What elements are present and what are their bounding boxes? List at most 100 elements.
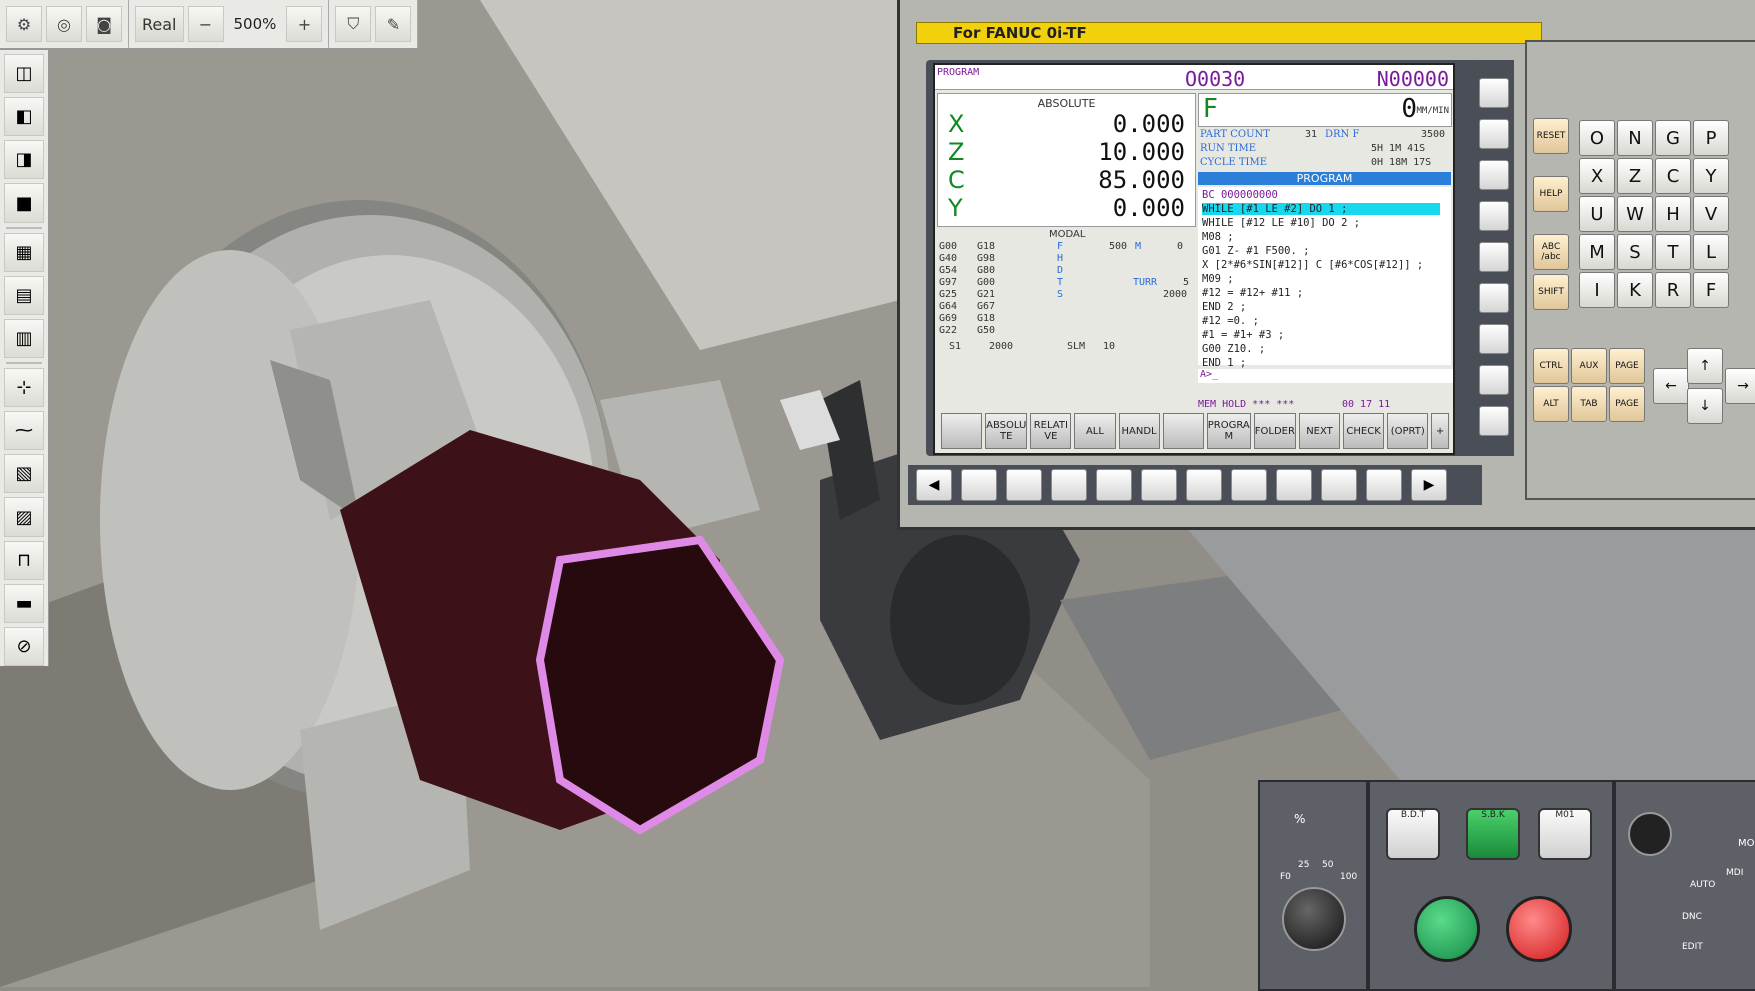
page-up-key[interactable]: PAGE — [1609, 348, 1645, 384]
softkey-hw-button[interactable] — [1321, 469, 1357, 501]
softkey-program[interactable]: PROGRA M — [1206, 413, 1251, 449]
key-l[interactable]: L — [1693, 234, 1729, 270]
softkey-prev-arrow-icon[interactable]: ◀ — [916, 469, 952, 501]
key-h[interactable]: H — [1655, 196, 1691, 232]
key-w[interactable]: W — [1617, 196, 1653, 232]
softkey-left-return[interactable] — [941, 413, 983, 449]
machine-setup-icon[interactable]: ⚙ — [6, 6, 42, 42]
softkey-more[interactable]: + — [1431, 413, 1449, 449]
softkey-hw-button[interactable] — [1006, 469, 1042, 501]
modal-t-value: 5 — [1183, 277, 1190, 288]
side-key[interactable] — [1479, 78, 1509, 108]
view-side-icon[interactable]: ◨ — [4, 140, 44, 180]
key-switch-knob[interactable] — [1628, 812, 1672, 856]
speed-plus-button[interactable]: + — [286, 6, 323, 42]
softkey-hw-button[interactable] — [1186, 469, 1222, 501]
block-delete-button[interactable]: B.D.T — [1386, 808, 1440, 860]
workpiece-icon[interactable]: ▬ — [4, 583, 44, 623]
feed-override-knob[interactable] — [1282, 887, 1346, 951]
arrow-right-icon[interactable]: → — [1725, 368, 1755, 404]
shift-key[interactable]: SHIFT — [1533, 274, 1569, 310]
softkey-hw-button[interactable] — [961, 469, 997, 501]
tool-icon[interactable]: ▤ — [4, 275, 44, 315]
key-k[interactable]: K — [1617, 272, 1653, 308]
section-view-icon[interactable]: ▨ — [4, 497, 44, 537]
key-i[interactable]: I — [1579, 272, 1615, 308]
view-iso-icon[interactable]: ■ — [4, 183, 44, 223]
coordinate-axes-icon[interactable]: ⊹ — [4, 368, 44, 408]
side-key[interactable] — [1479, 201, 1509, 231]
speed-minus-button[interactable]: − — [187, 6, 224, 42]
no-collision-icon[interactable]: ⊘ — [4, 626, 44, 667]
softkey-absolute[interactable]: ABSOLU TE — [985, 413, 1028, 449]
side-key[interactable] — [1479, 365, 1509, 395]
softkey-check[interactable]: CHECK — [1343, 413, 1385, 449]
alt-key[interactable]: ALT — [1533, 386, 1569, 422]
arrow-up-icon[interactable]: ↑ — [1687, 348, 1723, 384]
toolpath-icon[interactable]: ⁓ — [4, 411, 44, 451]
key-t[interactable]: T — [1655, 234, 1691, 270]
key-f[interactable]: F — [1693, 272, 1729, 308]
key-x[interactable]: X — [1579, 158, 1615, 194]
side-key[interactable] — [1479, 242, 1509, 272]
view-front-icon[interactable]: ◧ — [4, 97, 44, 137]
key-p[interactable]: P — [1693, 120, 1729, 156]
softkey-hw-button[interactable] — [1096, 469, 1132, 501]
side-key[interactable] — [1479, 119, 1509, 149]
softkey-next-arrow-icon[interactable]: ▶ — [1411, 469, 1447, 501]
key-y[interactable]: Y — [1693, 158, 1729, 194]
key-o[interactable]: O — [1579, 120, 1615, 156]
side-key[interactable] — [1479, 406, 1509, 436]
key-m[interactable]: M — [1579, 234, 1615, 270]
softkey-hw-button[interactable] — [1276, 469, 1312, 501]
door-toggle-icon[interactable]: ⛉ — [335, 6, 372, 42]
page-down-key[interactable]: PAGE — [1609, 386, 1645, 422]
single-block-button[interactable]: S.B.K — [1466, 808, 1520, 860]
ctrl-key[interactable]: CTRL — [1533, 348, 1569, 384]
side-key[interactable] — [1479, 283, 1509, 313]
measure-icon[interactable]: ▧ — [4, 454, 44, 494]
side-key[interactable] — [1479, 324, 1509, 354]
key-r[interactable]: R — [1655, 272, 1691, 308]
softkey-relative[interactable]: RELATI VE — [1030, 413, 1072, 449]
optional-stop-button[interactable]: M01 — [1538, 808, 1592, 860]
abc-key[interactable]: ABC /abc — [1533, 234, 1569, 270]
machine-icon[interactable]: ▦ — [4, 232, 44, 272]
softkey-operation[interactable]: (OPRT) — [1387, 413, 1429, 449]
key-g[interactable]: G — [1655, 120, 1691, 156]
softkey-hw-button[interactable] — [1231, 469, 1267, 501]
softkey-blank[interactable] — [1162, 413, 1204, 449]
softkey-next[interactable]: NEXT — [1298, 413, 1341, 449]
drum-view-icon[interactable]: ◙ — [86, 6, 122, 42]
help-key[interactable]: HELP — [1533, 176, 1569, 212]
tab-key[interactable]: TAB — [1571, 386, 1607, 422]
side-key[interactable] — [1479, 160, 1509, 190]
softkey-handle[interactable]: HANDL — [1118, 413, 1160, 449]
key-v[interactable]: V — [1693, 196, 1729, 232]
key-c[interactable]: C — [1655, 158, 1691, 194]
cycle-start-button[interactable] — [1414, 896, 1480, 962]
stock-icon[interactable]: ▥ — [4, 318, 44, 359]
softkey-folder[interactable]: FOLDER — [1253, 413, 1296, 449]
arrow-left-icon[interactable]: ← — [1653, 368, 1689, 404]
mode-label-auto: AUTO — [1690, 880, 1716, 890]
tool-setting-icon[interactable]: ✎ — [375, 6, 412, 42]
key-n[interactable]: N — [1617, 120, 1653, 156]
feed-hold-button[interactable] — [1506, 896, 1572, 962]
softkey-all[interactable]: ALL — [1074, 413, 1116, 449]
key-u[interactable]: U — [1579, 196, 1615, 232]
key-z[interactable]: Z — [1617, 158, 1653, 194]
softkey-hw-button[interactable] — [1366, 469, 1402, 501]
aux-key[interactable]: AUX — [1571, 348, 1607, 384]
command-input-line[interactable]: A>_ — [1198, 369, 1453, 383]
view-top-icon[interactable]: ◫ — [4, 54, 44, 94]
softkey-hw-button[interactable] — [1051, 469, 1087, 501]
arrow-down-icon[interactable]: ↓ — [1687, 388, 1723, 424]
softkey-hw-button[interactable] — [1141, 469, 1177, 501]
key-s[interactable]: S — [1617, 234, 1653, 270]
program-listing[interactable]: BC 000000000 WHILE [#1 LE #2] DO 1 ; WHI… — [1198, 187, 1451, 369]
real-speed-button[interactable]: Real — [135, 6, 184, 42]
caliper-icon[interactable]: ⊓ — [4, 540, 44, 580]
chuck-view-icon[interactable]: ◎ — [46, 6, 82, 42]
reset-key[interactable]: RESET — [1533, 118, 1569, 154]
